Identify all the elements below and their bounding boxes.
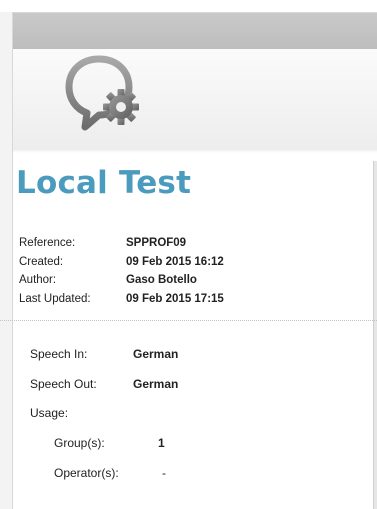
meta-value: SPPROF09 bbox=[126, 237, 187, 249]
speech-out-label: Speech Out: bbox=[30, 377, 97, 391]
meta-value: Gaso Botello bbox=[126, 274, 197, 286]
meta-row-author: Author: Gaso Botello bbox=[19, 271, 224, 290]
usage-row: Usage: bbox=[30, 406, 68, 420]
meta-label: Author: bbox=[19, 274, 57, 286]
meta-row-last-updated: Last Updated: 09 Feb 2015 17:15 bbox=[19, 290, 224, 309]
report-meta: Reference: SPPROF09 Created: 09 Feb 2015… bbox=[19, 234, 224, 308]
right-edge bbox=[373, 161, 377, 509]
logo-area bbox=[13, 49, 377, 150]
meta-row-created: Created: 09 Feb 2015 16:12 bbox=[19, 253, 224, 272]
top-frame bbox=[0, 0, 377, 12]
section-divider bbox=[0, 320, 377, 321]
groups-row: Group(s): 1 bbox=[54, 436, 165, 450]
content-separator bbox=[13, 149, 377, 153]
meta-row-reference: Reference: SPPROF09 bbox=[19, 234, 224, 253]
meta-value: 09 Feb 2015 17:15 bbox=[126, 292, 224, 305]
speech-in-label: Speech In: bbox=[30, 347, 88, 361]
operators-row: Operator(s): - bbox=[54, 466, 166, 480]
meta-value: 09 Feb 2015 16:12 bbox=[126, 255, 224, 268]
groups-value: 1 bbox=[158, 436, 165, 450]
meta-label: Reference: bbox=[19, 237, 76, 249]
meta-label: Last Updated: bbox=[19, 292, 91, 305]
page-title: Local Test bbox=[16, 165, 192, 201]
speech-bubble-gear-icon bbox=[65, 55, 139, 131]
meta-label: Created: bbox=[19, 255, 64, 268]
header-bar bbox=[13, 13, 377, 49]
speech-out-value: German bbox=[133, 377, 179, 391]
groups-label: Group(s): bbox=[54, 436, 105, 450]
speech-in-row: Speech In: German bbox=[30, 347, 178, 361]
speech-out-row: Speech Out: German bbox=[30, 377, 178, 391]
operators-value: - bbox=[162, 466, 166, 480]
speech-in-value: German bbox=[133, 347, 179, 361]
page: Local Test Reference: SPPROF09 Created: … bbox=[0, 0, 377, 509]
operators-label: Operator(s): bbox=[54, 466, 119, 480]
usage-label: Usage: bbox=[30, 406, 69, 420]
